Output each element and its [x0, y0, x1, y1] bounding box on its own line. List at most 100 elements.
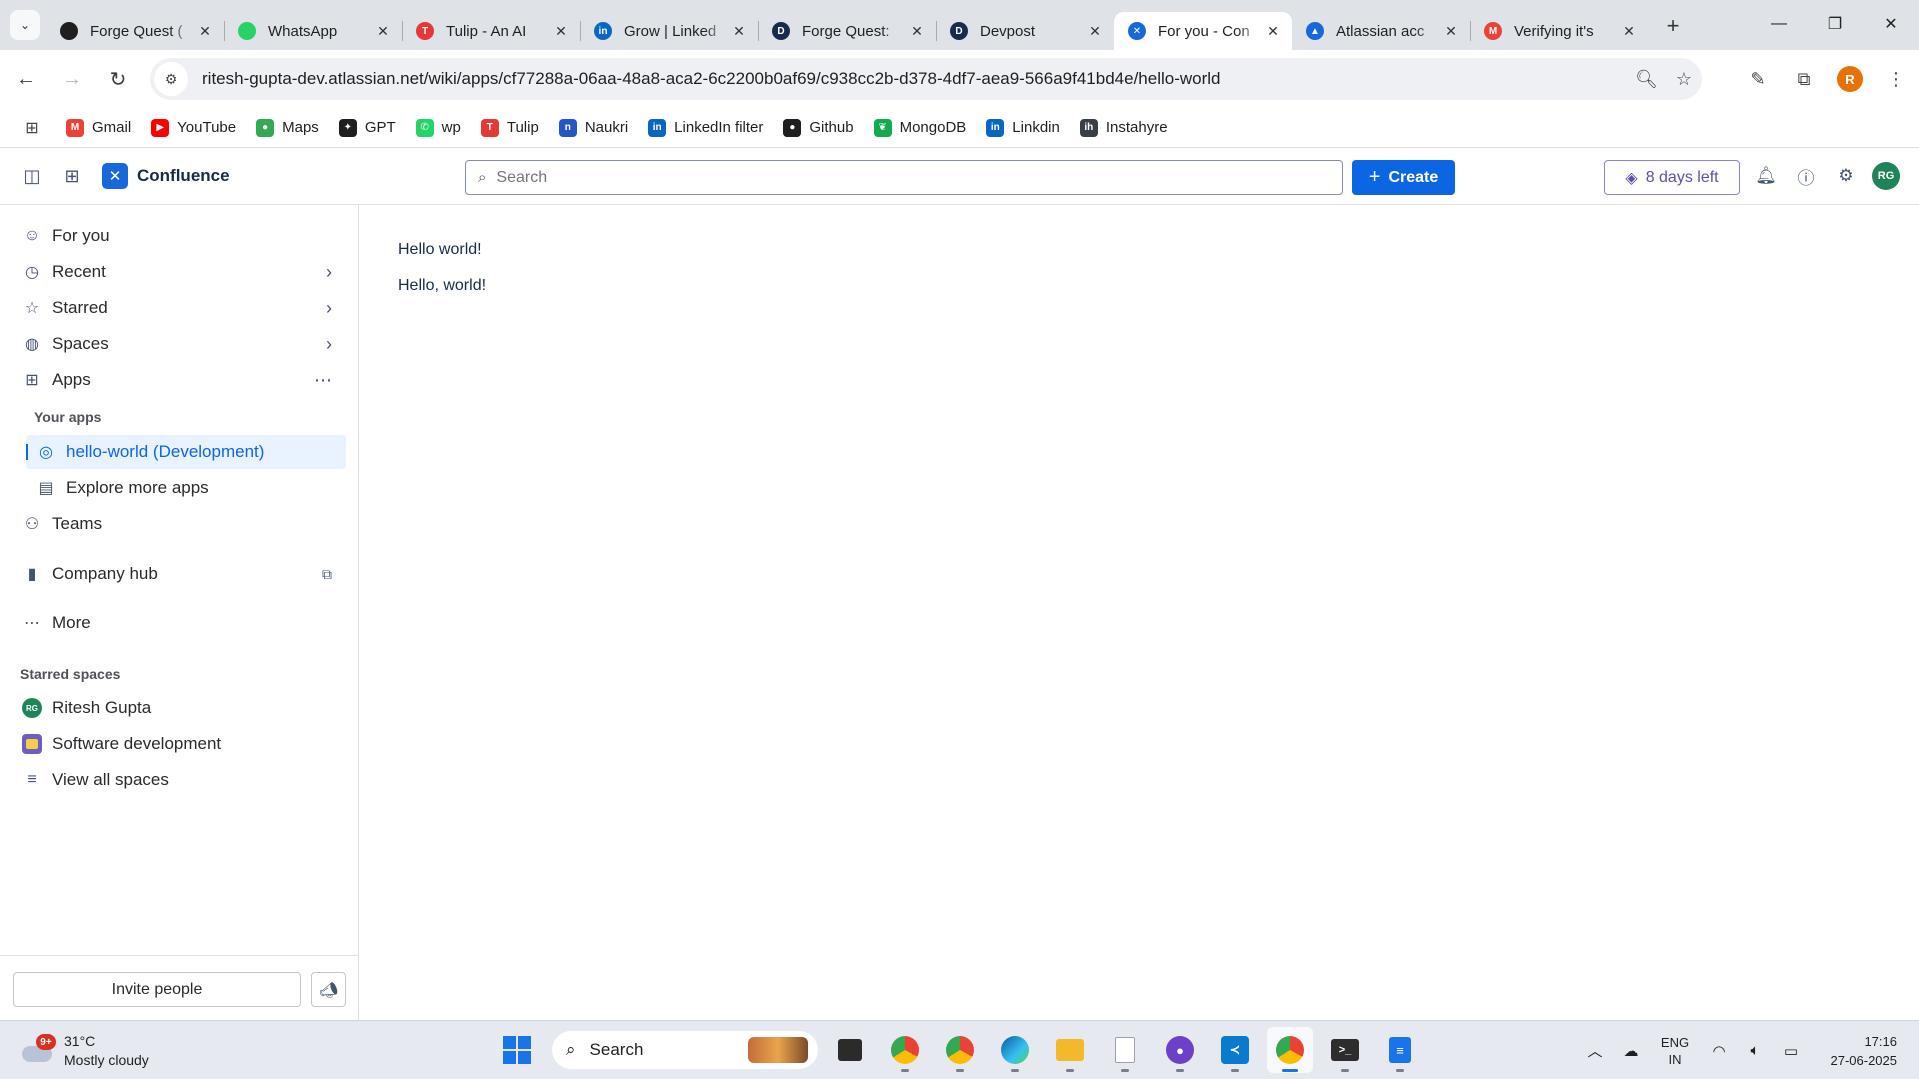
- restore-button[interactable]: ❐: [1807, 0, 1863, 48]
- volume-button[interactable]: 🔈︎: [1737, 1031, 1773, 1071]
- language-indicator[interactable]: ENG IN: [1649, 1034, 1701, 1068]
- browser-tab[interactable]: M Verifying it's ✕: [1470, 12, 1648, 50]
- pen-tool-button[interactable]: ✎: [1735, 59, 1781, 99]
- browser-tab[interactable]: D Forge Quest: ✕: [758, 12, 936, 50]
- sidebar-item-view-all-spaces[interactable]: ≡ View all spaces: [14, 763, 346, 797]
- forward-button[interactable]: →: [52, 59, 92, 99]
- reload-button[interactable]: ↻: [98, 59, 138, 99]
- taskbar-app-chrome-active[interactable]: [1267, 1027, 1313, 1073]
- help-button[interactable]: ⓘ: [1786, 156, 1826, 196]
- start-button[interactable]: [494, 1027, 540, 1073]
- close-tab-icon[interactable]: ✕: [374, 23, 392, 40]
- browser-tab[interactable]: in Grow | Linked ✕: [580, 12, 758, 50]
- browser-tab[interactable]: T Tulip - An AI ✕: [402, 12, 580, 50]
- url-text[interactable]: ritesh-gupta-dev.atlassian.net/wiki/apps…: [202, 69, 1221, 89]
- tray-cloud-button[interactable]: ☁: [1613, 1031, 1649, 1071]
- bookmark-item[interactable]: ● Maps: [256, 118, 319, 137]
- create-button[interactable]: + Create: [1352, 160, 1455, 195]
- apps-grid-button[interactable]: ⊞: [20, 116, 44, 140]
- wifi-button[interactable]: ◠: [1701, 1031, 1737, 1071]
- taskbar-search[interactable]: ⌕ Search: [552, 1031, 818, 1069]
- close-tab-icon[interactable]: ✕: [552, 23, 570, 40]
- close-tab-icon[interactable]: ✕: [1442, 23, 1460, 40]
- notifications-button[interactable]: 🔔︎: [1746, 156, 1786, 196]
- sidebar-item-company-hub[interactable]: ▮ Company hub ⧉: [14, 557, 346, 591]
- address-bar[interactable]: ⚙ ritesh-gupta-dev.atlassian.net/wiki/ap…: [150, 58, 1702, 100]
- bookmark-item[interactable]: ● Github: [783, 118, 854, 137]
- sidebar-space-software-development[interactable]: Software development: [14, 727, 346, 761]
- close-tab-icon[interactable]: ✕: [1264, 23, 1282, 40]
- weather-widget[interactable]: 9+ 31°C Mostly cloudy: [20, 1029, 149, 1073]
- chevron-right-icon[interactable]: ›: [326, 298, 332, 319]
- sidebar-item-hello-world-app[interactable]: ◎ hello-world (Development): [26, 435, 346, 469]
- taskbar-app-chrome[interactable]: [882, 1027, 928, 1073]
- more-horizontal-icon[interactable]: ⋯: [314, 370, 332, 391]
- invite-people-button[interactable]: Invite people: [13, 972, 301, 1007]
- app-switcher-button[interactable]: ⊞: [52, 156, 92, 196]
- bookmark-item[interactable]: in LinkedIn filter: [648, 118, 763, 137]
- taskbar-app-task-view[interactable]: [827, 1027, 873, 1073]
- chevron-right-icon[interactable]: ›: [326, 334, 332, 355]
- taskbar-app-notepad[interactable]: [1102, 1027, 1148, 1073]
- search-input[interactable]: [496, 168, 1317, 187]
- bookmark-item[interactable]: ih Instahyre: [1079, 118, 1168, 137]
- bookmark-item[interactable]: T Tulip: [480, 118, 539, 137]
- bookmark-item[interactable]: ❦ MongoDB: [873, 118, 966, 137]
- sidebar-item-spaces[interactable]: ◍ Spaces ›: [14, 327, 346, 361]
- sidebar-space-ritesh-gupta[interactable]: RG Ritesh Gupta: [14, 691, 346, 725]
- bookmark-item[interactable]: M Gmail: [66, 118, 131, 137]
- back-button[interactable]: ←: [6, 59, 46, 99]
- profile-button[interactable]: R: [1827, 59, 1873, 99]
- close-tab-icon[interactable]: ✕: [196, 23, 214, 40]
- browser-tab[interactable]: D Devpost ✕: [936, 12, 1114, 50]
- bookmark-item[interactable]: in Linkdin: [986, 118, 1060, 137]
- feedback-button[interactable]: 📣︎: [311, 972, 346, 1007]
- search-box[interactable]: ⌕: [465, 160, 1343, 195]
- user-avatar[interactable]: RG: [1872, 162, 1900, 190]
- sidebar-item-recent[interactable]: ◷ Recent ›: [14, 255, 346, 289]
- clock[interactable]: 17:16 27-06-2025: [1809, 1032, 1919, 1070]
- bookmark-item[interactable]: n Naukri: [558, 118, 628, 137]
- browser-tab[interactable]: ▲ Atlassian acc ✕: [1292, 12, 1470, 50]
- close-tab-icon[interactable]: ✕: [730, 23, 748, 40]
- browser-menu-button[interactable]: ⋮: [1873, 59, 1919, 99]
- close-tab-icon[interactable]: ✕: [908, 23, 926, 40]
- battery-button[interactable]: ▭: [1773, 1031, 1809, 1071]
- bookmark-item[interactable]: ▶ YouTube: [151, 118, 236, 137]
- close-window-button[interactable]: ✕: [1863, 0, 1919, 48]
- taskbar-app-chrome-profile[interactable]: [937, 1027, 983, 1073]
- zoom-icon[interactable]: 🔍︎: [1635, 69, 1658, 90]
- site-info-button[interactable]: ⚙: [154, 62, 188, 96]
- external-link-icon[interactable]: ⧉: [322, 566, 332, 583]
- chevron-right-icon[interactable]: ›: [326, 262, 332, 283]
- minimize-button[interactable]: —: [1751, 0, 1807, 48]
- sidebar-toggle-button[interactable]: ◫: [12, 156, 52, 196]
- close-tab-icon[interactable]: ✕: [1086, 23, 1104, 40]
- browser-tab[interactable]: Forge Quest (✕: [46, 12, 224, 50]
- sidebar-item-for-you[interactable]: ☺ For you: [14, 219, 346, 253]
- sidebar-item-apps[interactable]: ⊞ Apps ⋯: [14, 363, 346, 397]
- taskbar-app-file-explorer[interactable]: [1047, 1027, 1093, 1073]
- taskbar-app-github-desktop[interactable]: ●: [1157, 1027, 1203, 1073]
- browser-tab[interactable]: WhatsApp ✕: [224, 12, 402, 50]
- taskbar-app-vscode[interactable]: ≺: [1212, 1027, 1258, 1073]
- trial-button[interactable]: ◈ 8 days left: [1604, 160, 1740, 195]
- bookmark-item[interactable]: ✦ GPT: [338, 118, 396, 137]
- browser-tab[interactable]: ✕ For you - Con ✕: [1114, 12, 1292, 50]
- taskbar-app-edge[interactable]: [992, 1027, 1038, 1073]
- tab-search-button[interactable]: ⌄: [10, 10, 40, 40]
- bookmark-item[interactable]: ✆ wp: [415, 118, 461, 137]
- sidebar-item-explore-apps[interactable]: ▤ Explore more apps: [26, 471, 346, 505]
- sidebar-item-teams[interactable]: ⚇ Teams: [14, 507, 346, 541]
- sidebar-item-more[interactable]: ⋯ More: [14, 606, 346, 640]
- tray-overflow-button[interactable]: ︿: [1577, 1031, 1613, 1071]
- taskbar-app-notes[interactable]: ≡: [1377, 1027, 1423, 1073]
- new-tab-button[interactable]: +: [1658, 11, 1688, 41]
- sidebar-item-starred[interactable]: ☆ Starred ›: [14, 291, 346, 325]
- close-tab-icon[interactable]: ✕: [1620, 23, 1638, 40]
- bookmark-star-icon[interactable]: ☆: [1676, 69, 1692, 90]
- extensions-button[interactable]: ⧉: [1781, 59, 1827, 99]
- settings-button[interactable]: ⚙: [1826, 156, 1866, 196]
- confluence-logo[interactable]: ✕ Confluence: [102, 163, 230, 189]
- taskbar-app-terminal[interactable]: >_: [1322, 1027, 1368, 1073]
